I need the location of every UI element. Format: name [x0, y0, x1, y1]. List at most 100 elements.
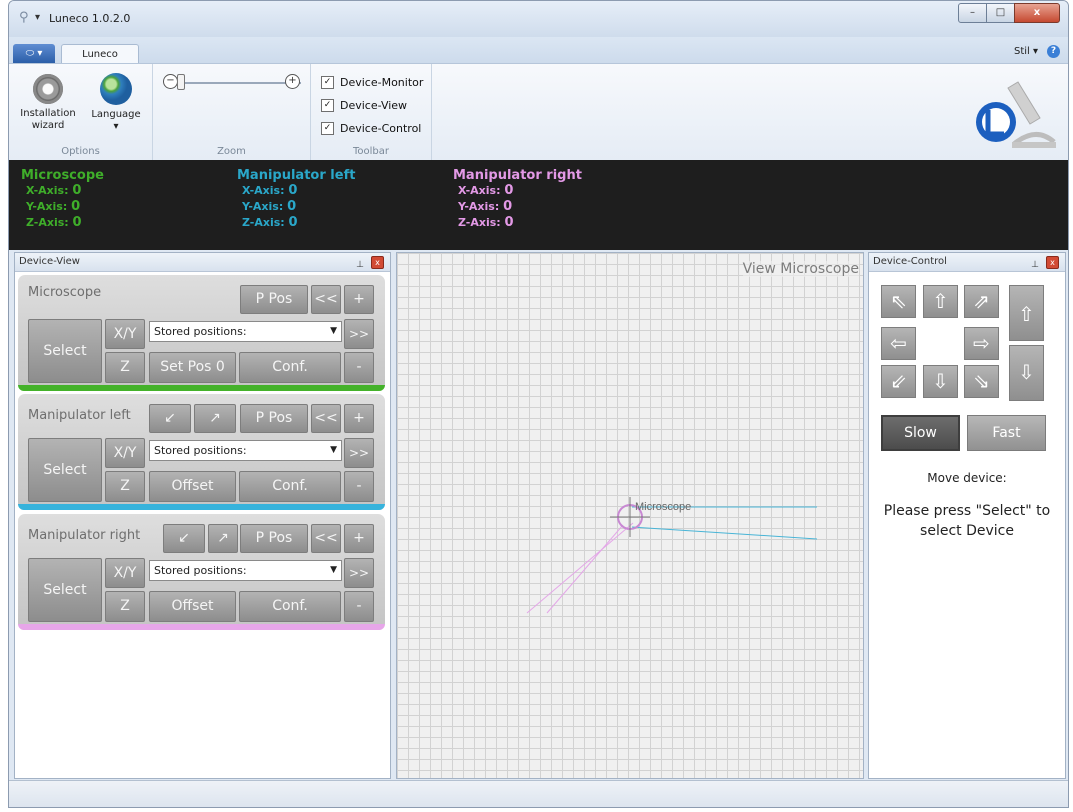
- view-title: View Microscope: [742, 261, 859, 277]
- minimize-button[interactable]: –: [958, 3, 987, 23]
- manip-right-stored-positions-value: Stored positions:: [154, 564, 247, 577]
- pin-icon[interactable]: ⊥: [1031, 256, 1039, 274]
- microscope-z-button[interactable]: Z: [105, 352, 145, 383]
- microscope-device-card: Microscope P Pos << + Select X/Y Stored …: [18, 275, 385, 391]
- manipulator-right-device-card: Manipulator right ↙ ↗ P Pos << + Select …: [18, 514, 385, 630]
- manip-right-arrow-out-button[interactable]: ↗: [208, 524, 238, 553]
- luneco-logo: [976, 81, 1056, 148]
- monitor-manipulator-left: Manipulator left X-Axis: 0 Y-Axis: 0 Z-A…: [237, 168, 355, 231]
- monitor-microscope-title: Microscope: [21, 168, 104, 183]
- manip-right-select-button[interactable]: Select: [28, 558, 102, 622]
- language-dropdown-icon: ▾: [113, 121, 119, 132]
- move-down-button[interactable]: ⇩: [923, 365, 958, 398]
- ribbon: Installation wizard Language ▾ Options −…: [9, 63, 1068, 161]
- language-button[interactable]: Language ▾: [89, 68, 143, 142]
- monitor-manipulator-right: Manipulator right X-Axis: 0 Y-Axis: 0 Z-…: [453, 168, 582, 231]
- manip-right-minus-button[interactable]: -: [344, 591, 374, 622]
- microscope-view-canvas[interactable]: Microscope View Microscope: [396, 252, 864, 779]
- manip-right-conf-button[interactable]: Conf.: [239, 591, 341, 622]
- move-up-left-button[interactable]: ⇖: [881, 285, 916, 318]
- title-bar: ⚲ ▾ Luneco 1.0.2.0 – □ x: [9, 1, 1068, 37]
- microscope-app-icon: ⚲: [19, 10, 29, 25]
- zoom-group: − + Zoom: [153, 64, 311, 160]
- toolbar-group-label: Toolbar: [352, 146, 389, 157]
- zoom-out-button[interactable]: −: [163, 74, 178, 89]
- device-view-title: Device-View: [19, 256, 80, 267]
- microscope-conf-button[interactable]: Conf.: [239, 352, 341, 383]
- manip-left-minus-button[interactable]: -: [344, 471, 374, 502]
- zoom-slider-thumb[interactable]: [177, 74, 185, 90]
- move-z-up-button[interactable]: ⇧: [1009, 285, 1044, 341]
- move-right-button[interactable]: ⇨: [964, 327, 999, 360]
- microscope-ppos-button[interactable]: P Pos: [240, 285, 308, 314]
- manip-left-select-button[interactable]: Select: [28, 438, 102, 502]
- ribbon-tab-bar: ⬭ ▾ Luneco Stil ▾ ?: [9, 37, 1068, 64]
- monitor-microscope-y: Y-Axis: 0: [26, 199, 81, 214]
- style-menu[interactable]: Stil ▾: [1014, 46, 1038, 57]
- app-window: ⚲ ▾ Luneco 1.0.2.0 – □ x ⬭ ▾ Luneco Stil…: [8, 0, 1069, 808]
- microscope-minus-button[interactable]: -: [344, 352, 374, 383]
- toolbar-group: ✓ Device-Monitor ✓ Device-View ✓ Device-…: [311, 64, 432, 160]
- device-control-title: Device-Control: [873, 256, 947, 267]
- tab-luneco[interactable]: Luneco: [61, 44, 139, 64]
- manip-right-plus-button[interactable]: +: [344, 524, 374, 553]
- manip-left-xy-button[interactable]: X/Y: [105, 438, 145, 468]
- speed-fast-button[interactable]: Fast: [967, 415, 1046, 451]
- maximize-button[interactable]: □: [986, 3, 1015, 23]
- device-control-checkbox[interactable]: ✓ Device-Control: [321, 122, 421, 135]
- move-up-button[interactable]: ⇧: [923, 285, 958, 318]
- microscope-prev-button[interactable]: <<: [311, 285, 341, 314]
- manipulator-right-name: Manipulator right: [28, 528, 141, 543]
- manip-left-ppos-button[interactable]: P Pos: [240, 404, 308, 433]
- manip-right-arrow-in-button[interactable]: ↙: [163, 524, 205, 553]
- device-view-panel: Device-View ⊥ x Microscope P Pos << + Se…: [14, 252, 391, 779]
- manip-right-ppos-button[interactable]: P Pos: [240, 524, 308, 553]
- manip-left-offset-button[interactable]: Offset: [149, 471, 236, 502]
- manip-right-offset-button[interactable]: Offset: [149, 591, 236, 622]
- microscope-stored-positions-select[interactable]: Stored positions: ▼: [149, 321, 342, 342]
- manip-right-stored-positions-select[interactable]: Stored positions: ▼: [149, 560, 342, 581]
- manip-right-prev-button[interactable]: <<: [311, 524, 341, 553]
- move-left-button[interactable]: ⇦: [881, 327, 916, 360]
- move-z-down-button[interactable]: ⇩: [1009, 345, 1044, 401]
- manip-left-arrow-out-button[interactable]: ↗: [194, 404, 236, 433]
- manip-left-plus-button[interactable]: +: [344, 404, 374, 433]
- zoom-in-button[interactable]: +: [285, 74, 300, 89]
- installation-wizard-button[interactable]: Installation wizard: [15, 68, 81, 142]
- manip-left-stored-positions-select[interactable]: Stored positions: ▼: [149, 440, 342, 461]
- manip-right-next-button[interactable]: >>: [344, 558, 374, 588]
- close-panel-icon[interactable]: x: [371, 256, 384, 269]
- monitor-microscope: Microscope X-Axis: 0 Y-Axis: 0 Z-Axis: 0: [21, 168, 104, 231]
- monitor-manip-left-y: Y-Axis: 0: [242, 199, 297, 214]
- help-icon[interactable]: ?: [1047, 45, 1060, 58]
- manip-left-conf-button[interactable]: Conf.: [239, 471, 341, 502]
- microscope-plus-button[interactable]: +: [344, 285, 374, 314]
- device-view-checkbox[interactable]: ✓ Device-View: [321, 99, 407, 112]
- pin-icon[interactable]: ⊥: [356, 256, 364, 274]
- close-button[interactable]: x: [1014, 3, 1060, 23]
- microscope-select-button[interactable]: Select: [28, 319, 102, 383]
- manip-left-z-button[interactable]: Z: [105, 471, 145, 502]
- manip-left-prev-button[interactable]: <<: [311, 404, 341, 433]
- manip-right-xy-button[interactable]: X/Y: [105, 558, 145, 588]
- window-title: Luneco 1.0.2.0: [49, 12, 131, 25]
- device-view-header: Device-View ⊥ x: [15, 253, 390, 272]
- manip-left-next-button[interactable]: >>: [344, 438, 374, 468]
- microscope-next-button[interactable]: >>: [344, 319, 374, 349]
- manip-left-arrow-in-button[interactable]: ↙: [149, 404, 191, 433]
- microscope-xy-button[interactable]: X/Y: [105, 319, 145, 349]
- device-monitor-checkbox[interactable]: ✓ Device-Monitor: [321, 76, 423, 89]
- zoom-group-label: Zoom: [217, 146, 246, 157]
- quick-access-dropdown[interactable]: ▾: [35, 12, 40, 23]
- move-down-right-button[interactable]: ⇘: [964, 365, 999, 398]
- application-menu-button[interactable]: ⬭ ▾: [13, 44, 55, 63]
- manip-right-z-button[interactable]: Z: [105, 591, 145, 622]
- close-panel-icon[interactable]: x: [1046, 256, 1059, 269]
- move-down-left-button[interactable]: ⇙: [881, 365, 916, 398]
- microscope-setpos0-button[interactable]: Set Pos 0: [149, 352, 236, 383]
- speed-slow-button[interactable]: Slow: [881, 415, 960, 451]
- zoom-slider-track[interactable]: [171, 82, 301, 84]
- microscope-marker-label: Microscope: [635, 501, 691, 513]
- move-up-right-button[interactable]: ⇗: [964, 285, 999, 318]
- device-monitor-label: Device-Monitor: [340, 76, 424, 89]
